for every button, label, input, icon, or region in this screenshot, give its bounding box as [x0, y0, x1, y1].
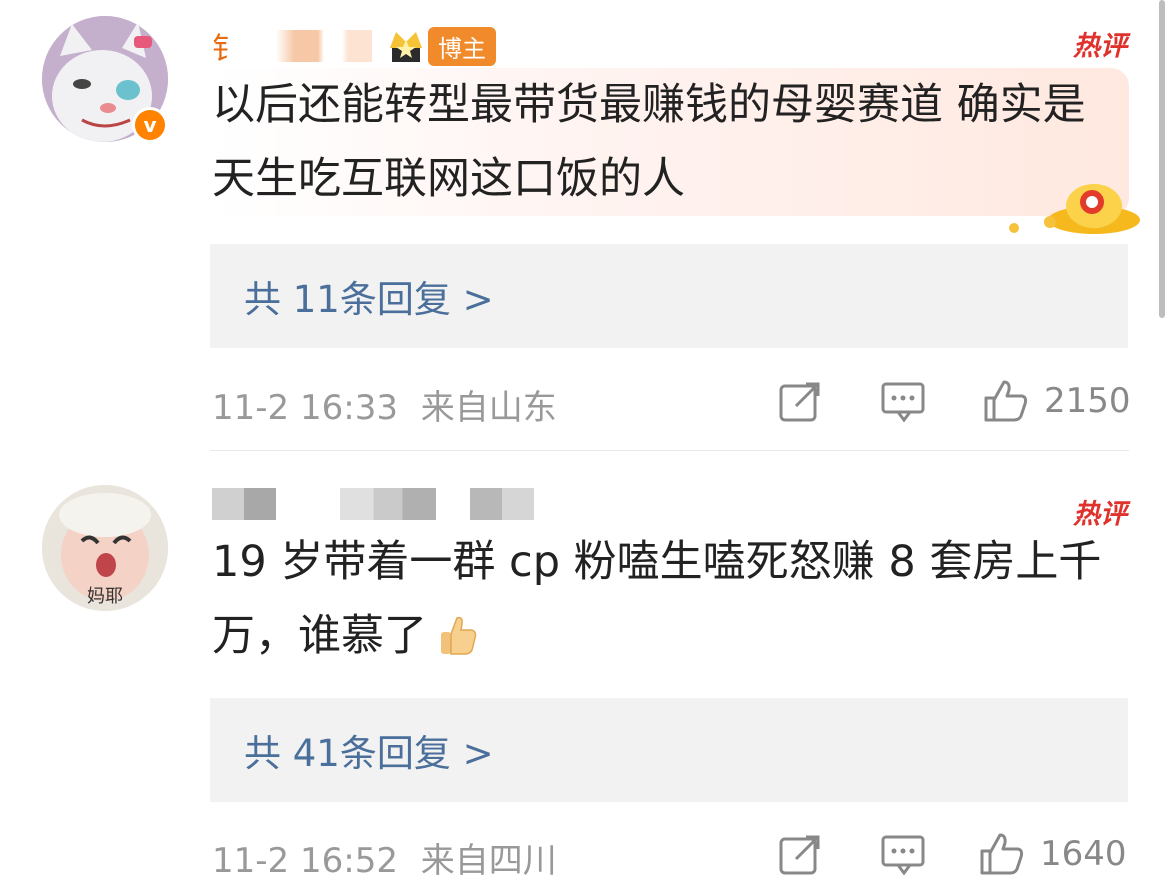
location: 来自山东: [420, 388, 557, 428]
timestamp: 11-2 16:33: [212, 388, 398, 428]
level-badge: 博主: [386, 26, 496, 66]
username[interactable]: 钅: [212, 24, 242, 68]
redacted-name: [212, 488, 276, 520]
comment-divider: [210, 450, 1129, 451]
like-button[interactable]: 2150: [982, 378, 1131, 424]
blogger-badge: 博主: [428, 26, 496, 66]
comment-meta: 11-2 16:33 来自山东: [212, 380, 557, 429]
hot-comment-label: 热评: [1073, 31, 1127, 62]
scrollbar[interactable]: [1159, 0, 1165, 318]
comment-icon: [881, 835, 925, 876]
like-button[interactable]: 1640: [978, 831, 1127, 877]
verified-v-icon: v: [132, 107, 168, 143]
timestamp: 11-2 16:52: [212, 841, 398, 881]
thumbs-up-icon: [980, 833, 1024, 875]
comment-meta: 11-2 16:52 来自四川: [212, 833, 557, 882]
redacted-name: [470, 488, 534, 520]
comment-text: 以后还能转型最带货最赚钱的母婴赛道 确实是天生吃互联网这口饭的人: [212, 68, 1129, 216]
view-replies-button[interactable]: 共 11条回复 >: [210, 244, 1128, 348]
thumbs-up-emoji: [441, 616, 477, 655]
comment-item: v 钅 博主 热评 以后还能转型最带货最赚钱的母婴赛道 确实是天生吃互联网这口饭…: [0, 0, 1169, 450]
view-replies-button[interactable]: 共 41条回复 >: [210, 698, 1128, 802]
thumbs-up-icon: [984, 380, 1028, 422]
redacted-name: [340, 488, 436, 520]
comment-button[interactable]: [880, 381, 926, 423]
avatar-caption: 妈耶: [87, 586, 123, 607]
comment-text-body: 19 岁带着一群 cp 粉嗑生嗑死怒赚 8 套房上千万，谁慕了: [212, 537, 1102, 661]
crown-level-icon: [390, 32, 422, 62]
avatar[interactable]: 妈耶: [42, 485, 168, 611]
like-count: 1640: [1040, 834, 1127, 874]
comment-icon: [881, 382, 925, 423]
location: 来自四川: [420, 841, 557, 881]
like-count: 2150: [1044, 381, 1131, 421]
ufo-decoration-icon: [1009, 184, 1140, 234]
hot-comment-label: 热评: [1073, 499, 1127, 530]
repost-icon: [779, 382, 820, 422]
author-row: 钅 博主: [212, 18, 496, 74]
repost-icon: [779, 835, 820, 875]
crying-face-avatar-image: 妈耶: [42, 485, 168, 611]
comment-button[interactable]: [880, 834, 926, 876]
repost-button[interactable]: [778, 833, 824, 877]
redacted-name: [252, 30, 372, 62]
comment-text: 19 岁带着一群 cp 粉嗑生嗑死怒赚 8 套房上千万，谁慕了: [212, 525, 1129, 673]
repost-button[interactable]: [778, 380, 824, 424]
author-row: [212, 476, 534, 532]
